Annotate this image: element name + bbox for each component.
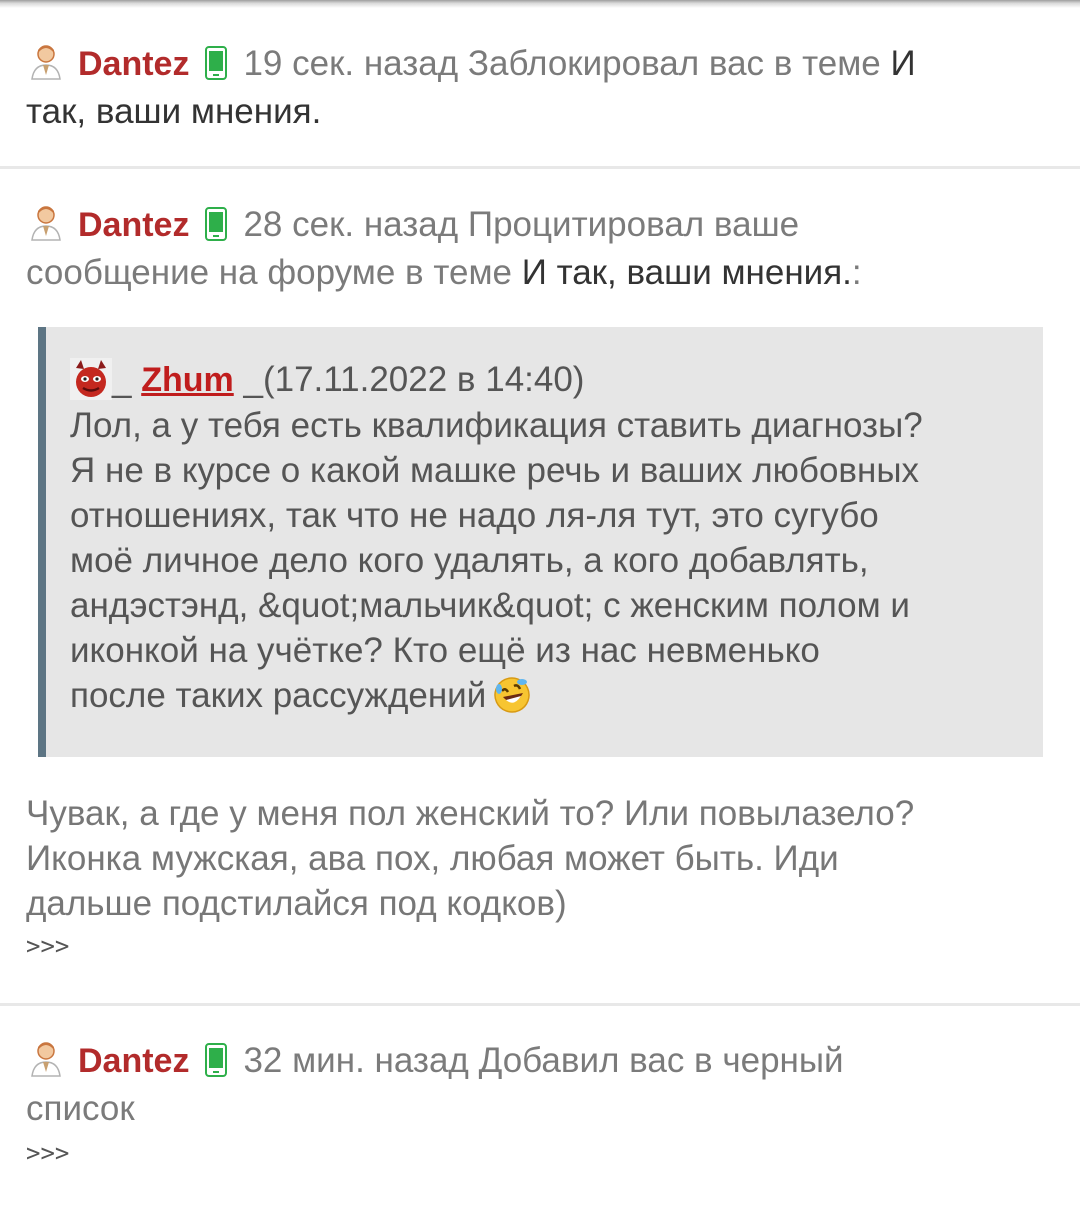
username-link[interactable]: Dantez bbox=[78, 1042, 189, 1080]
topic-link[interactable]: И так, ваши мнения. bbox=[522, 253, 852, 292]
reply-text-line: дальше подстилайся под кодков) bbox=[26, 884, 567, 923]
quote-header: _ Zhum _(17.11.2022 в 14:40) bbox=[70, 357, 1019, 403]
quote-date: (17.11.2022 в 14:40) bbox=[262, 360, 585, 399]
notification-action: Процитировал ваше bbox=[467, 205, 800, 244]
mobile-phone-icon bbox=[205, 1042, 228, 1077]
divider bbox=[0, 166, 1080, 169]
reply-text: Чувак, а где у меня пол женский то? Или … bbox=[26, 791, 1056, 966]
user-icon bbox=[26, 1038, 66, 1078]
notification-header: Dantez 19 сек. назад Заблокировал вас в … bbox=[26, 40, 1066, 88]
user-icon bbox=[26, 202, 66, 242]
notification-action-continued: список bbox=[26, 1089, 135, 1128]
quote-text-line: Я не в курсе о какой машке речь и ваших … bbox=[70, 451, 920, 490]
quote-text-line: Лол, а у тебя есть квалификация ставить … bbox=[70, 406, 923, 445]
notification-action-continued: сообщение на форуме в теме И так, ваши м… bbox=[26, 249, 1066, 297]
top-shadow bbox=[0, 0, 1080, 8]
quote-text-line: иконкой на учётке? Кто ещё из нас невмен… bbox=[70, 631, 820, 670]
notification-time: 32 мин. назад bbox=[243, 1041, 469, 1080]
notification-action: Добавил вас в черный bbox=[478, 1041, 844, 1080]
notification-header: Dantez 28 сек. назад Процитировал ваше bbox=[26, 201, 1066, 249]
username-link[interactable]: Dantez bbox=[78, 206, 189, 244]
quote-text-line: моё личное дело кого удалять, а кого доб… bbox=[70, 541, 869, 580]
quote-text-line: после таких рассуждений bbox=[70, 676, 487, 715]
notification-time: 28 сек. назад bbox=[243, 205, 459, 244]
topic-link-continued[interactable]: так, ваши мнения. bbox=[26, 88, 1066, 136]
username-link[interactable]: Dantez bbox=[78, 45, 189, 83]
topic-link[interactable]: И bbox=[890, 44, 915, 83]
notification-action-line2: сообщение на форуме в теме bbox=[26, 253, 512, 292]
topic-suffix: : bbox=[851, 253, 862, 292]
divider bbox=[0, 1003, 1080, 1006]
quote-text-line: андэстэнд, &quot;мальчик&quot; с женским… bbox=[70, 586, 910, 625]
user-icon bbox=[26, 41, 66, 81]
laughing-emoji-icon bbox=[492, 675, 532, 715]
reply-text-line: Иконка мужская, ава пох, любая может быт… bbox=[26, 839, 839, 878]
quote-text-line: отношениях, так что не надо ля-ля тут, э… bbox=[70, 496, 879, 535]
devil-avatar-icon[interactable] bbox=[70, 358, 112, 400]
quote-block: _ Zhum _(17.11.2022 в 14:40) Лол, а у те… bbox=[38, 327, 1043, 757]
notification-item: Dantez 32 мин. назад Добавил вас в черны… bbox=[26, 1037, 1066, 1173]
mobile-phone-icon bbox=[205, 45, 228, 80]
notification-item: Dantez 19 сек. назад Заблокировал вас в … bbox=[26, 40, 1066, 136]
notification-action: Заблокировал вас в теме bbox=[467, 44, 881, 83]
notification-time: 19 сек. назад bbox=[243, 44, 459, 83]
quote-text-last: после таких рассуждений bbox=[70, 673, 1019, 718]
notification-header: Dantez 32 мин. назад Добавил вас в черны… bbox=[26, 1037, 1066, 1085]
mobile-phone-icon bbox=[205, 206, 228, 241]
notification-item: Dantez 28 сек. назад Процитировал ваше с… bbox=[26, 201, 1066, 297]
more-link[interactable]: >>> bbox=[26, 1133, 1066, 1173]
quote-author-link[interactable]: Zhum bbox=[141, 361, 234, 399]
reply-text-line: Чувак, а где у меня пол женский то? Или … bbox=[26, 794, 915, 833]
more-link[interactable]: >>> bbox=[26, 926, 1056, 966]
